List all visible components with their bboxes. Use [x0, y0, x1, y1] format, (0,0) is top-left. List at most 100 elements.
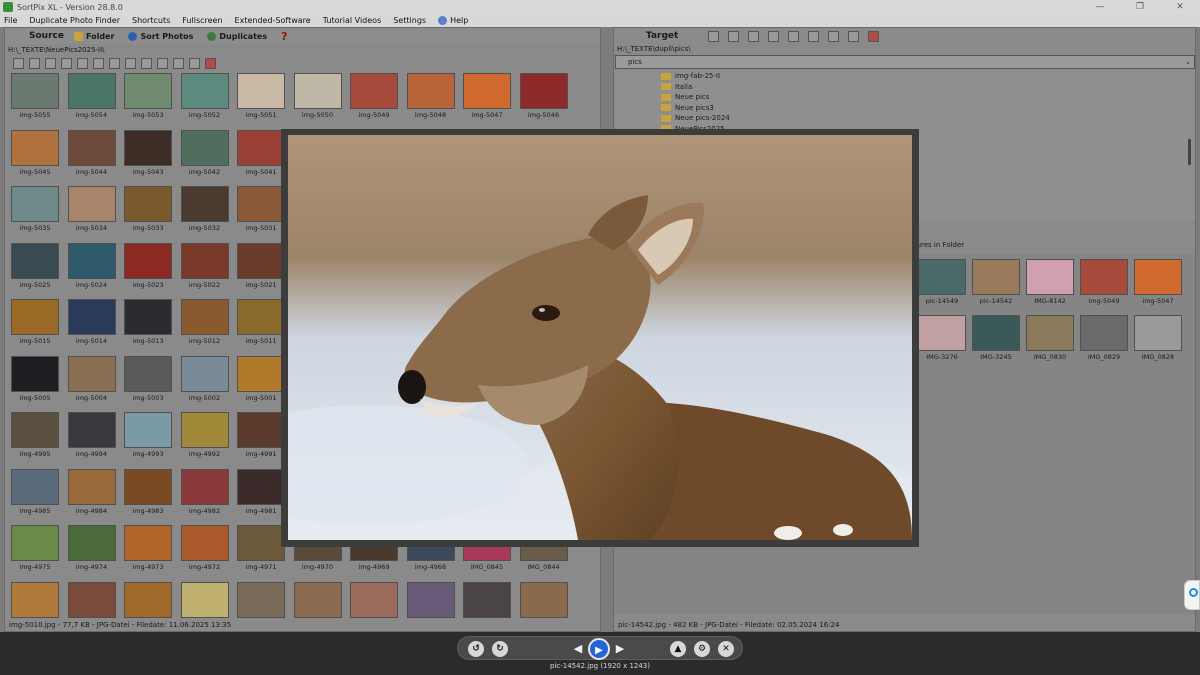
side-tab[interactable] — [1184, 580, 1200, 610]
source-thumbnail[interactable] — [177, 581, 233, 623]
source-thumbnail[interactable]: img-5025 — [7, 242, 63, 298]
target-thumbnail[interactable]: IMG-3245 — [968, 314, 1024, 370]
source-thumbnail[interactable]: img-4975 — [7, 524, 63, 580]
target-thumbnail[interactable]: img-5049 — [1076, 258, 1132, 314]
minimize-button[interactable]: — — [1080, 0, 1120, 14]
source-thumbnail[interactable]: img-4994 — [64, 411, 120, 467]
play-slideshow-button[interactable]: ▶ — [588, 638, 610, 660]
menu-tutorial-videos[interactable]: Tutorial Videos — [323, 16, 382, 25]
menu-extended-software[interactable]: Extended-Software — [235, 16, 311, 25]
source-thumbnail[interactable]: img-4974 — [64, 524, 120, 580]
source-thumbnail[interactable]: img-5012 — [177, 298, 233, 354]
source-thumbnail[interactable]: img-4983 — [120, 468, 176, 524]
refresh-icon[interactable] — [93, 57, 104, 69]
source-thumbnail[interactable]: img-5045 — [7, 129, 63, 185]
source-thumbnail[interactable]: img-5054 — [64, 72, 120, 128]
source-thumbnail[interactable]: img-5047 — [459, 72, 515, 128]
folder-item[interactable]: img-fab-25-II — [661, 72, 720, 80]
source-thumbnail[interactable] — [459, 581, 515, 623]
menu-file[interactable]: File — [4, 16, 17, 25]
source-thumbnail[interactable]: img-5032 — [177, 185, 233, 241]
undo-icon[interactable] — [189, 57, 200, 69]
search-icon[interactable] — [157, 57, 168, 69]
previous-button[interactable]: ◀ — [570, 641, 586, 657]
target-thumbnail[interactable]: pic-14549 — [914, 258, 970, 314]
close-viewer-button[interactable]: ✕ — [718, 641, 734, 657]
source-thumbnail[interactable]: img-5044 — [64, 129, 120, 185]
rotate-left-button[interactable]: ↺ — [468, 641, 484, 657]
source-thumbnail[interactable] — [403, 581, 459, 623]
list-icon[interactable] — [61, 57, 72, 69]
source-thumbnail[interactable]: img-5003 — [120, 355, 176, 411]
target-thumbnail[interactable]: pic-14542 — [968, 258, 1024, 314]
copy-icon[interactable] — [125, 57, 136, 69]
target-thumbnail[interactable]: IMG_0830 — [1022, 314, 1078, 370]
menu-fullscreen[interactable]: Fullscreen — [182, 16, 222, 25]
source-thumbnail[interactable] — [346, 581, 402, 623]
source-thumbnail[interactable]: img-5042 — [177, 129, 233, 185]
source-thumbnail[interactable]: img-5004 — [64, 355, 120, 411]
folder-item[interactable]: Italia — [661, 83, 692, 91]
source-thumbnail[interactable]: img-4984 — [64, 468, 120, 524]
source-thumbnail[interactable]: img-5048 — [403, 72, 459, 128]
target-search-icon[interactable] — [768, 30, 780, 42]
up-button[interactable]: ▲ — [670, 641, 686, 657]
folder-scrollbar[interactable] — [1188, 139, 1191, 165]
source-thumbnail[interactable] — [233, 581, 289, 623]
source-thumbnail[interactable]: img-5033 — [120, 185, 176, 241]
menu-shortcuts[interactable]: Shortcuts — [132, 16, 170, 25]
source-thumbnail[interactable]: img-5043 — [120, 129, 176, 185]
source-thumbnail[interactable]: img-5052 — [177, 72, 233, 128]
source-thumbnail[interactable]: img-5013 — [120, 298, 176, 354]
help-question-button[interactable]: ? — [281, 30, 287, 43]
source-thumbnail[interactable]: img-4992 — [177, 411, 233, 467]
duplicates-button[interactable]: Duplicates — [207, 31, 267, 41]
target-delete-icon[interactable] — [868, 30, 880, 42]
menu-help[interactable]: Help — [438, 16, 468, 25]
info-icon[interactable] — [173, 57, 184, 69]
folder-button[interactable]: Folder — [73, 31, 114, 41]
select-all-icon[interactable] — [13, 57, 24, 69]
folder-item[interactable]: Neue pics — [661, 93, 709, 101]
move-icon[interactable] — [728, 30, 740, 42]
source-thumbnail[interactable]: img-5034 — [64, 185, 120, 241]
target-folder-select[interactable]: pics ⌄ — [615, 55, 1195, 69]
rotate-right-button[interactable]: ↻ — [492, 641, 508, 657]
document-icon[interactable] — [141, 57, 152, 69]
sort-photos-button[interactable]: Sort Photos — [128, 31, 193, 41]
close-window-button[interactable]: ✕ — [1160, 0, 1200, 14]
tree-icon[interactable] — [45, 57, 56, 69]
source-thumbnail[interactable] — [7, 581, 63, 623]
source-thumbnail[interactable]: img-4972 — [177, 524, 233, 580]
source-thumbnail[interactable]: img-5053 — [120, 72, 176, 128]
photo-viewer-image[interactable] — [288, 135, 912, 540]
source-thumbnail[interactable]: img-5046 — [516, 72, 572, 128]
source-thumbnail[interactable]: img-4993 — [120, 411, 176, 467]
target-list-icon[interactable] — [748, 30, 760, 42]
target-thumbnail[interactable]: IMG_0828 — [1130, 314, 1186, 370]
source-thumbnail[interactable]: img-5050 — [290, 72, 346, 128]
source-thumbnail[interactable]: img-4985 — [7, 468, 63, 524]
source-thumbnail[interactable]: img-5022 — [177, 242, 233, 298]
source-thumbnail[interactable]: img-5055 — [7, 72, 63, 128]
folder-item[interactable]: Neue pics3 — [661, 104, 714, 112]
source-thumbnail[interactable]: img-5015 — [7, 298, 63, 354]
source-thumbnail[interactable]: img-5024 — [64, 242, 120, 298]
source-thumbnail[interactable]: img-4973 — [120, 524, 176, 580]
target-thumbnail[interactable]: img-5047 — [1130, 258, 1186, 314]
maximize-button[interactable]: ❐ — [1120, 0, 1160, 14]
deselect-icon[interactable] — [29, 57, 40, 69]
target-undo-icon[interactable] — [848, 30, 860, 42]
source-thumbnail[interactable]: img-4982 — [177, 468, 233, 524]
delete-icon[interactable] — [205, 57, 216, 69]
source-thumbnail[interactable]: img-5035 — [7, 185, 63, 241]
settings-icon[interactable] — [77, 57, 88, 69]
next-button[interactable]: ▶ — [612, 641, 628, 657]
source-thumbnail[interactable] — [516, 581, 572, 623]
source-thumbnail[interactable] — [64, 581, 120, 623]
target-thumbnail[interactable]: IMG-3276 — [914, 314, 970, 370]
target-copy-icon[interactable] — [828, 30, 840, 42]
target-thumbnail[interactable]: IMG_0829 — [1076, 314, 1132, 370]
source-thumbnail[interactable] — [120, 581, 176, 623]
source-thumbnail[interactable]: img-5051 — [233, 72, 289, 128]
